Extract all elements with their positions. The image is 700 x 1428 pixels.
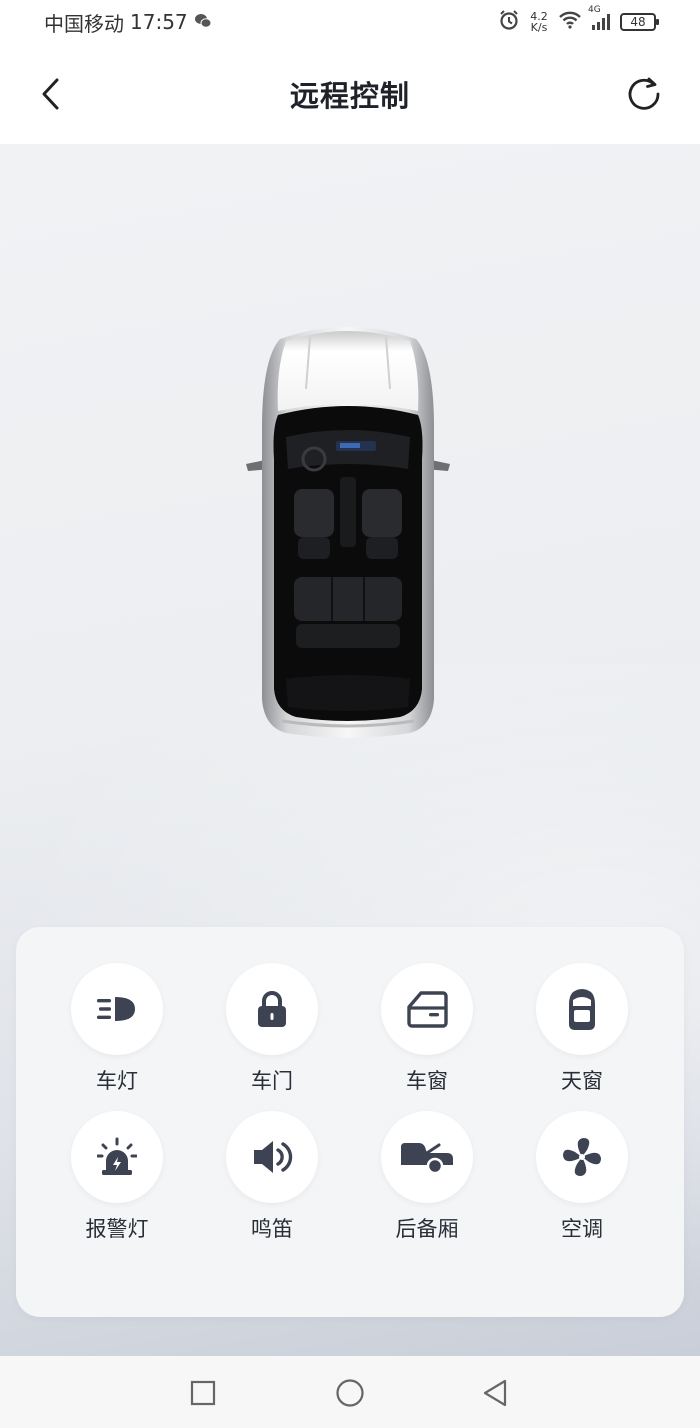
system-nav-bar <box>0 1356 700 1428</box>
control-sunroof[interactable]: 天窗 <box>522 963 642 1103</box>
trunk-icon <box>401 1143 453 1175</box>
chevron-left-icon <box>42 78 59 110</box>
battery-indicator: 48 <box>620 13 659 31</box>
sunroof-icon <box>569 989 595 1030</box>
control-panel: 车灯 车门 车窗 天窗 报警灯 鸣笛 后备厢 空调 <box>16 927 684 1317</box>
refresh-button[interactable] <box>622 72 666 116</box>
network-speed: 4.2 K/s <box>530 10 548 34</box>
headlight-icon <box>97 997 135 1021</box>
carrier-name: 中国移动 <box>44 11 124 36</box>
wechat-icon <box>194 10 212 34</box>
control-horn-button[interactable] <box>226 1111 318 1203</box>
lock-icon <box>258 991 286 1027</box>
system-back-button[interactable] <box>480 1378 510 1408</box>
car-window-icon <box>407 991 448 1028</box>
control-alarm-light[interactable]: 报警灯 <box>57 1111 177 1251</box>
control-label: 车灯 <box>96 1069 138 1093</box>
control-window-button[interactable] <box>381 963 473 1055</box>
control-label: 车窗 <box>406 1069 448 1093</box>
control-headlight-button[interactable] <box>71 963 163 1055</box>
control-label: 后备厢 <box>395 1217 459 1241</box>
control-label: 鸣笛 <box>251 1217 293 1241</box>
signal-icon: 4G <box>588 5 612 31</box>
control-door-button[interactable] <box>226 963 318 1055</box>
control-ac[interactable]: 空调 <box>522 1111 642 1251</box>
wifi-icon <box>558 10 582 34</box>
triangle-back-icon <box>483 1379 507 1407</box>
control-label: 报警灯 <box>85 1217 149 1241</box>
car-top-view <box>240 319 456 749</box>
refresh-icon <box>628 77 660 110</box>
control-trunk[interactable]: 后备厢 <box>367 1111 487 1251</box>
horn-icon <box>254 1141 293 1173</box>
control-horn[interactable]: 鸣笛 <box>212 1111 332 1251</box>
alarm-clock-icon <box>498 9 520 36</box>
home-button[interactable] <box>335 1378 365 1408</box>
circle-icon <box>336 1379 364 1407</box>
alarm-light-icon <box>97 1137 137 1175</box>
page-header: 远程控制 <box>0 44 700 144</box>
back-button[interactable] <box>30 74 70 114</box>
control-alarm-light-button[interactable] <box>71 1111 163 1203</box>
control-sunroof-button[interactable] <box>536 963 628 1055</box>
control-trunk-button[interactable] <box>381 1111 473 1203</box>
control-ac-button[interactable] <box>536 1111 628 1203</box>
square-icon <box>190 1380 216 1406</box>
page-title: 远程控制 <box>289 79 410 113</box>
control-label: 天窗 <box>561 1069 603 1093</box>
status-time: 17:57 <box>130 10 188 34</box>
control-headlight[interactable]: 车灯 <box>57 963 177 1103</box>
control-label: 车门 <box>251 1069 293 1093</box>
fan-icon <box>563 1138 601 1176</box>
control-door[interactable]: 车门 <box>212 963 332 1103</box>
control-window[interactable]: 车窗 <box>367 963 487 1103</box>
status-bar: 中国移动 17:57 4.2 K/s 4G 48 <box>0 0 700 44</box>
control-label: 空调 <box>561 1217 603 1241</box>
recent-apps-button[interactable] <box>188 1378 218 1408</box>
